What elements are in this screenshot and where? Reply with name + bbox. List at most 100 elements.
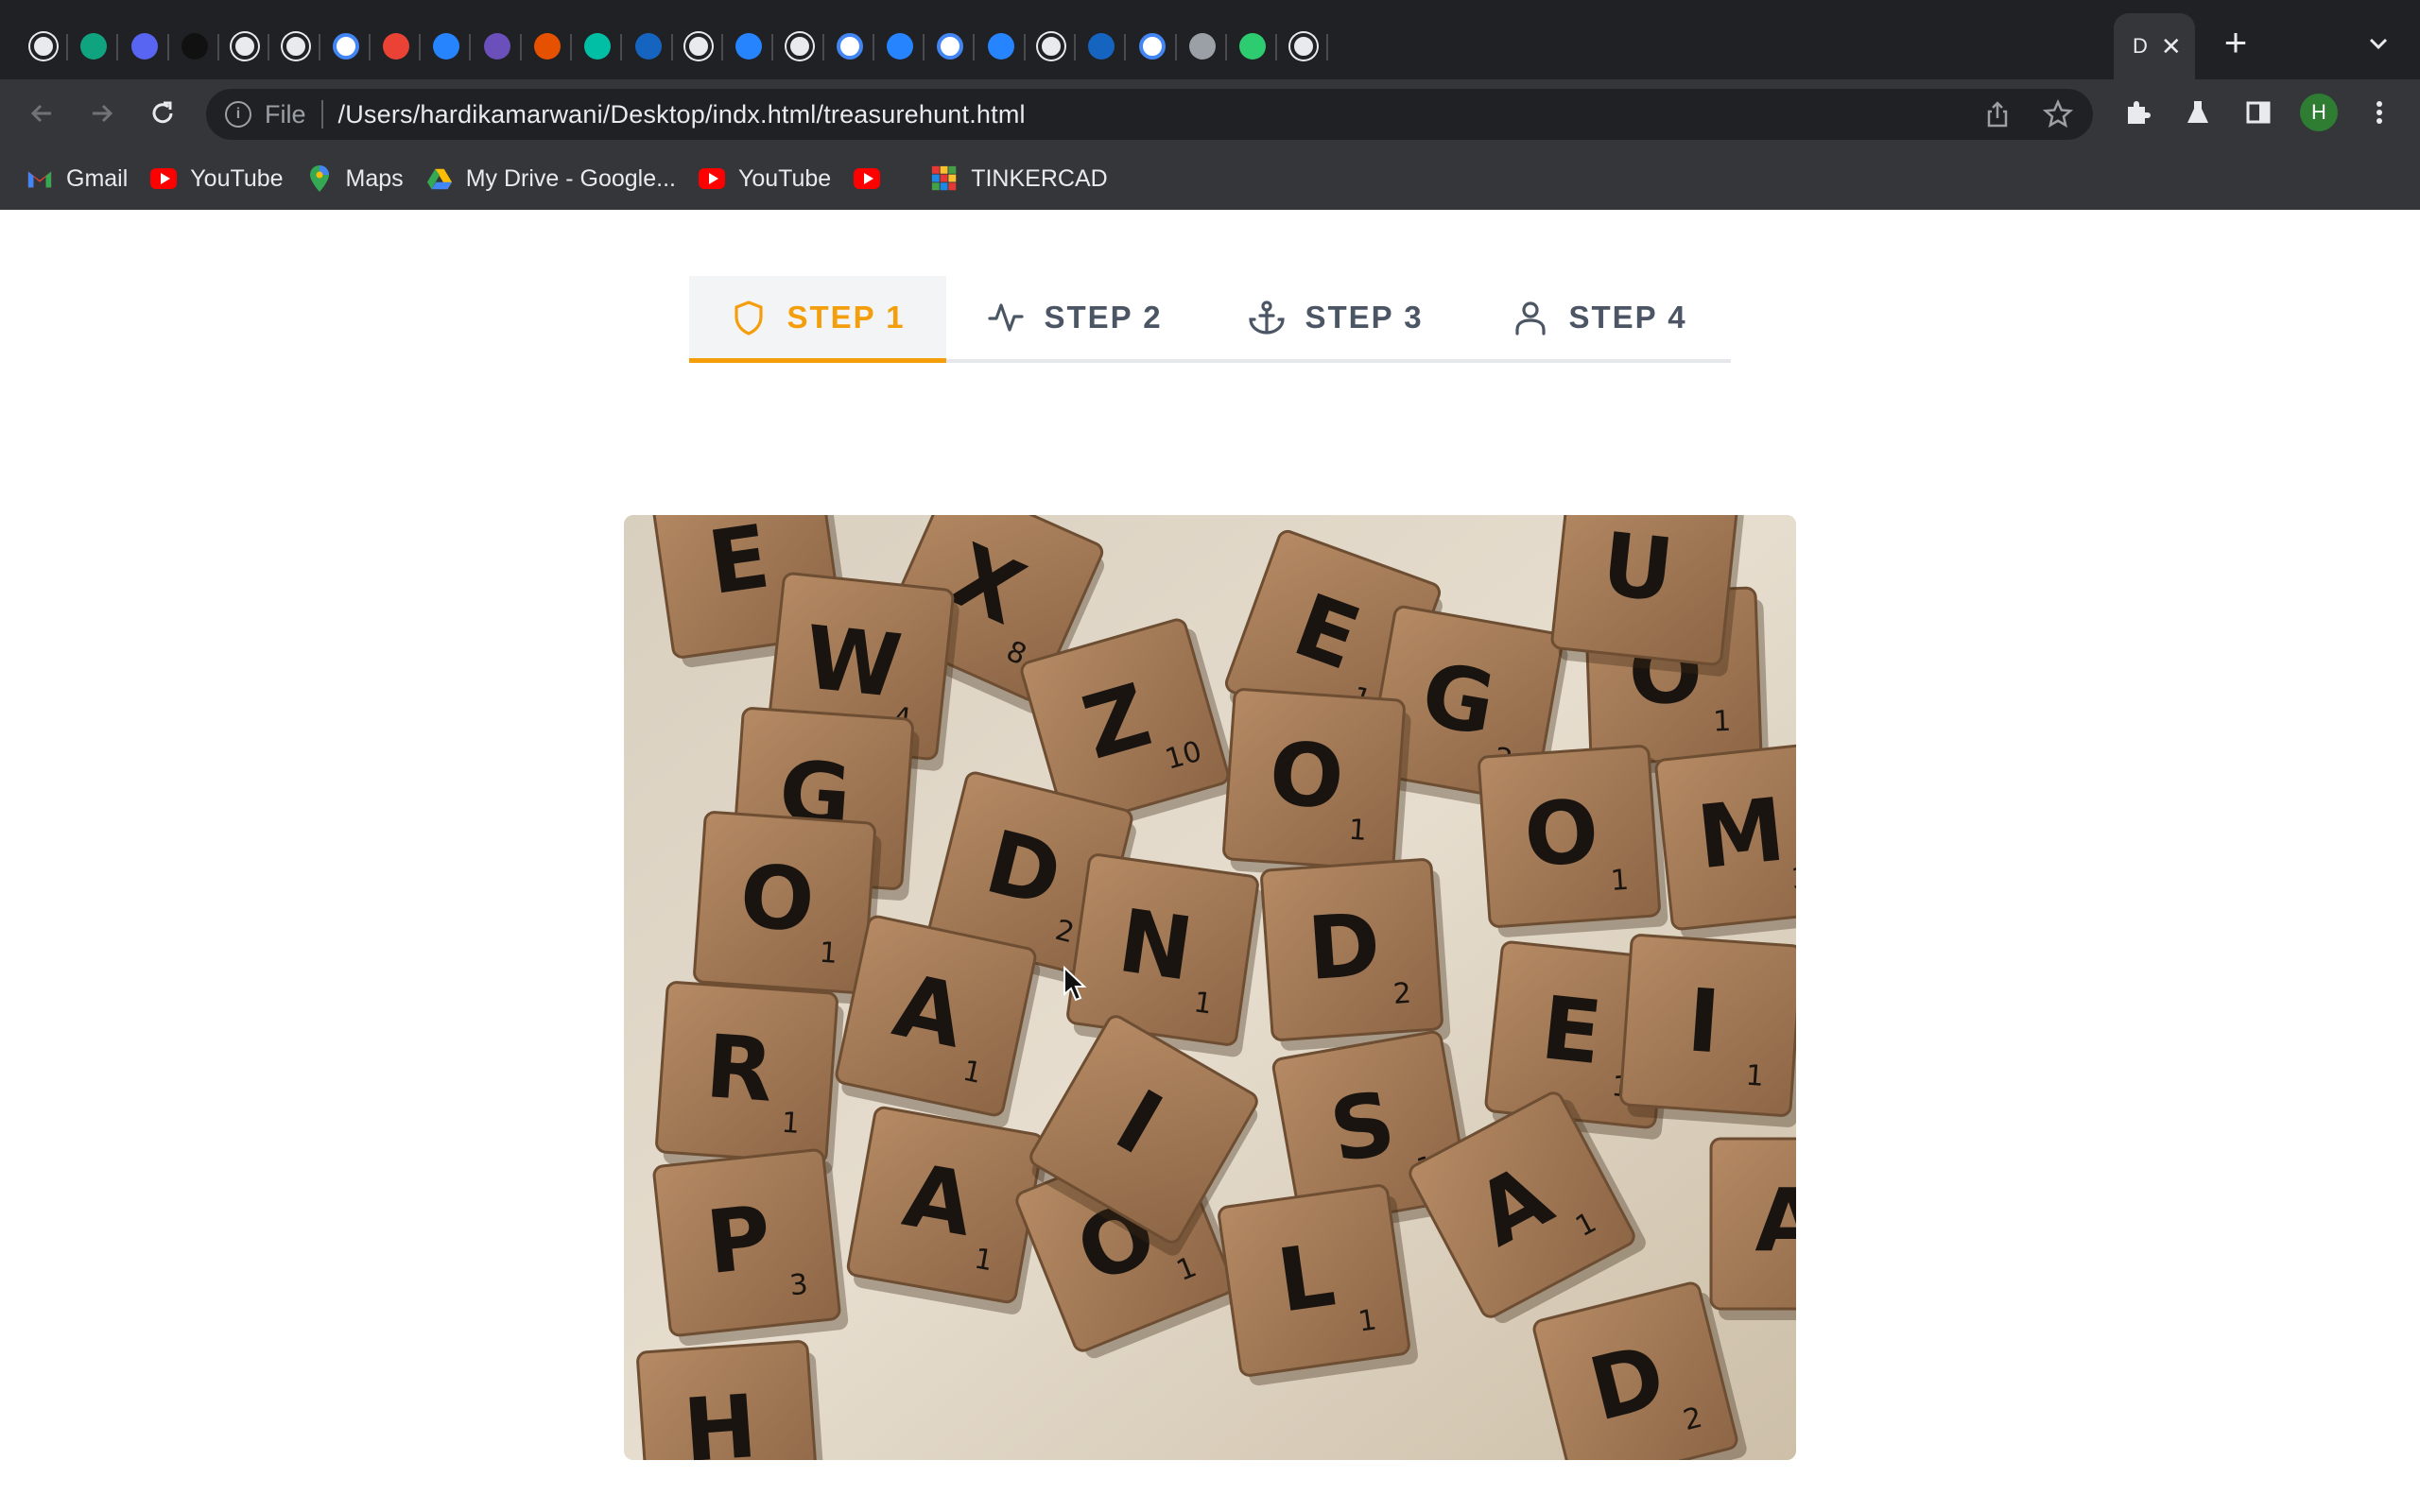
browser-tab[interactable] (471, 13, 522, 79)
tile-letter: U (1598, 515, 1678, 622)
tile-letter: W (800, 607, 906, 717)
bookmark-gmail[interactable]: Gmail (26, 165, 128, 193)
browser-tab[interactable] (622, 13, 673, 79)
browser-tab[interactable] (420, 13, 472, 79)
address-bar[interactable]: i File /Users/hardikamarwani/Desktop/ind… (206, 89, 2093, 140)
browser-tab[interactable] (1075, 13, 1127, 79)
scrabble-tile: N1 (1066, 853, 1264, 1057)
scrabble-tile: U (1550, 515, 1744, 677)
browser-tab[interactable] (1277, 13, 1328, 79)
browser-tab[interactable] (521, 13, 572, 79)
scrabble-tile: P3 (652, 1148, 849, 1347)
browser-tab[interactable] (370, 13, 422, 79)
scrabble-tiles-illustration: EX8E1W4G2O1Z10G2O1D2O1M3O1N1D2R1A1E1S1I1… (624, 515, 1796, 1460)
omnibox-divider (320, 100, 323, 129)
extensions-icon[interactable] (2118, 93, 2157, 132)
bookmarks-bar: Gmail YouTube Maps My Drive - Google... … (0, 147, 2420, 210)
google-icon (937, 33, 964, 60)
tile-letter: R (702, 1016, 776, 1122)
browser-tab[interactable] (1126, 13, 1177, 79)
browser-tab[interactable] (1226, 13, 1278, 79)
globe-icon (232, 33, 259, 60)
browser-tab-active[interactable]: D ✕ (2114, 13, 2195, 79)
browser-tab[interactable] (1176, 13, 1227, 79)
maps-icon (306, 165, 333, 192)
tab-step-3[interactable]: STEP 3 (1203, 276, 1468, 359)
bookmark-tinkercad[interactable]: TINKERCAD (931, 165, 1108, 193)
browser-tab[interactable] (218, 13, 270, 79)
globe-icon (684, 33, 712, 60)
block-icon (181, 33, 208, 60)
anchor-icon (1249, 301, 1286, 335)
new-tab-button[interactable]: + (2212, 19, 2259, 66)
browser-tab[interactable] (168, 13, 219, 79)
tab-step-4[interactable]: STEP 4 (1468, 276, 1731, 359)
gmail-icon (383, 33, 410, 60)
url-text[interactable]: /Users/hardikamarwani/Desktop/indx.html/… (338, 100, 1026, 129)
browser-tab[interactable] (924, 13, 976, 79)
scrabble-tile: I1 (1619, 934, 1796, 1127)
tile-letter: H (681, 1376, 760, 1460)
browser-tab[interactable] (17, 13, 68, 79)
tile-letter: O (1267, 723, 1347, 829)
side-panel-icon[interactable] (2238, 93, 2278, 132)
tab-search-icon[interactable] (2360, 25, 2397, 62)
google-icon (332, 33, 359, 60)
atlassian-icon (433, 33, 460, 60)
tile-letter: O (1521, 781, 1601, 886)
browser-tab[interactable] (823, 13, 874, 79)
tile-letter: D (1305, 894, 1384, 1000)
tab-step-1[interactable]: STEP 1 (689, 276, 946, 363)
site-info-icon[interactable]: i (225, 101, 251, 128)
profile-avatar[interactable]: H (2299, 93, 2339, 132)
tile-letter: E (1537, 977, 1607, 1084)
browser-tab[interactable] (67, 13, 119, 79)
browser-tab[interactable] (873, 13, 925, 79)
shield-blue-icon (1088, 33, 1115, 60)
back-button[interactable] (21, 93, 62, 134)
activity-icon (988, 303, 1025, 332)
tinkercad-icon (931, 165, 958, 192)
tile-letter: P (702, 1187, 776, 1294)
scrabble-tile: O1 (693, 811, 882, 1005)
bookmark-youtube-3[interactable] (854, 165, 893, 192)
share-icon[interactable] (1979, 96, 2015, 132)
globe-icon (1289, 33, 1317, 60)
bookmark-maps[interactable]: Maps (306, 165, 404, 193)
browser-tab[interactable] (320, 13, 371, 79)
browser-tab[interactable] (773, 13, 824, 79)
tab-step-2[interactable]: STEP 2 (946, 276, 1203, 359)
bookmark-youtube-2[interactable]: YouTube (698, 165, 831, 193)
tile-points: 1 (1713, 705, 1732, 739)
browser-tab[interactable] (672, 13, 723, 79)
step-4-label: STEP 4 (1568, 300, 1687, 335)
atlassian-icon (887, 33, 914, 60)
browser-tab[interactable] (269, 13, 320, 79)
flame-icon (534, 33, 561, 60)
menu-kebab-icon[interactable] (2360, 93, 2399, 132)
diamond-icon (584, 33, 612, 60)
browser-tab[interactable] (1025, 13, 1076, 79)
reload-button[interactable] (142, 93, 183, 134)
browser-tab[interactable] (975, 13, 1026, 79)
scrabble-tile: M3 (1654, 742, 1796, 940)
scrabble-tile: L1 (1218, 1184, 1418, 1386)
close-tab-icon[interactable]: ✕ (2161, 32, 2182, 61)
scrabble-tiles-image: EX8E1W4G2O1Z10G2O1D2O1M3O1N1D2R1A1E1S1I1… (624, 515, 1796, 1460)
tile-points: 1 (781, 1107, 801, 1141)
browser-tab[interactable] (571, 13, 623, 79)
bookmark-google-drive[interactable]: My Drive - Google... (426, 165, 676, 193)
atlassian-icon (735, 33, 763, 60)
labs-flask-icon[interactable] (2178, 93, 2218, 132)
list-icon (483, 33, 510, 60)
scrabble-tile: O1 (1222, 688, 1411, 882)
bookmark-youtube[interactable]: YouTube (150, 165, 284, 193)
bookmark-star-icon[interactable] (2040, 96, 2076, 132)
tile-letter: N (1113, 890, 1199, 1001)
forward-button[interactable] (81, 93, 123, 134)
step-3-label: STEP 3 (1305, 300, 1424, 335)
chromium-icon (786, 33, 813, 60)
hash-icon (1239, 33, 1267, 60)
browser-tab[interactable] (118, 13, 169, 79)
browser-tab[interactable] (722, 13, 774, 79)
